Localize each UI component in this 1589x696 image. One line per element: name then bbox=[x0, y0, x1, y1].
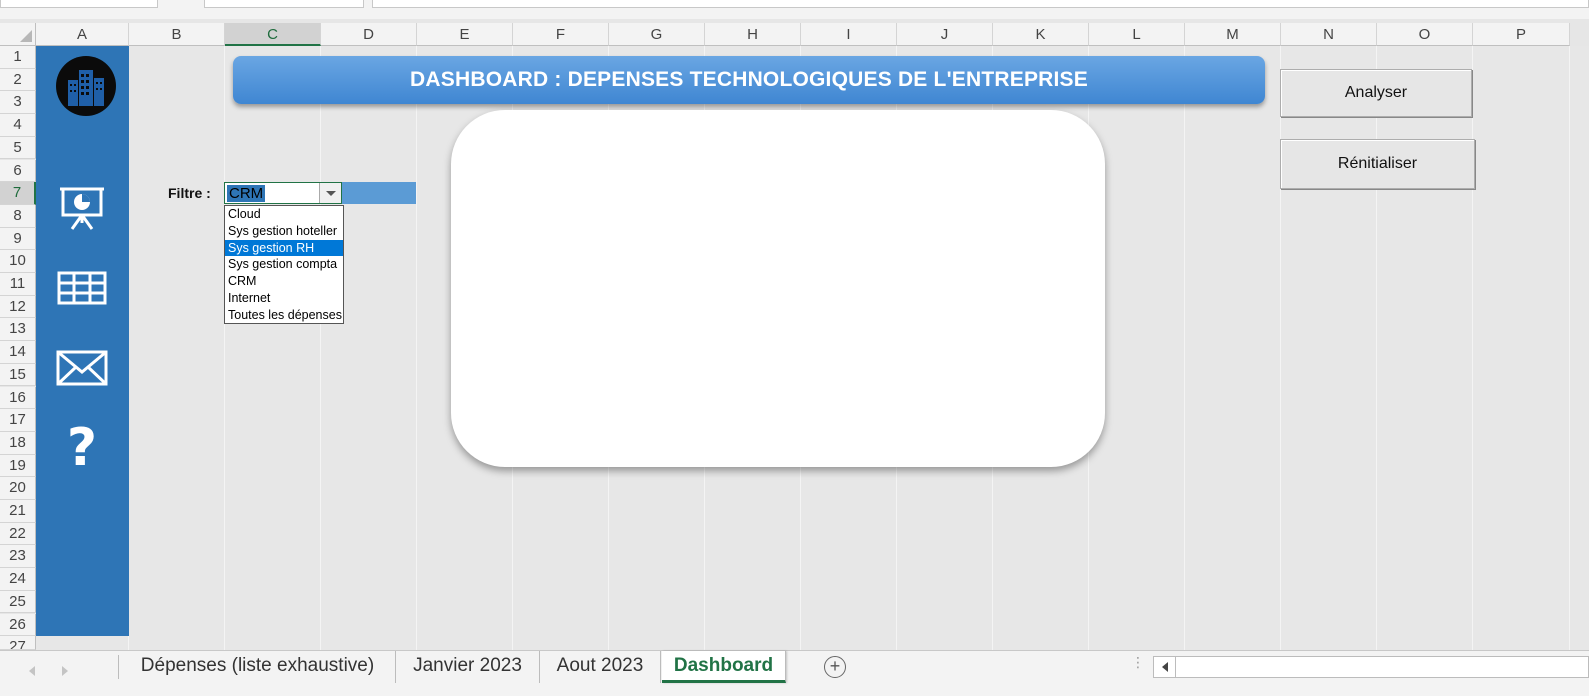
row-header[interactable]: 17 bbox=[0, 409, 36, 432]
row-header[interactable]: 2 bbox=[0, 68, 36, 92]
row-header[interactable]: 10 bbox=[0, 250, 36, 273]
row-header[interactable]: 21 bbox=[0, 500, 36, 523]
row-header[interactable]: 8 bbox=[0, 204, 36, 228]
filter-option[interactable]: Internet bbox=[225, 290, 343, 307]
chevron-down-icon[interactable] bbox=[319, 183, 341, 203]
row-header[interactable]: 22 bbox=[0, 522, 36, 546]
formula-input[interactable] bbox=[372, 0, 1589, 8]
gridline bbox=[320, 46, 321, 650]
row-header[interactable]: 24 bbox=[0, 568, 36, 591]
analyser-button[interactable]: Analyser bbox=[1280, 69, 1472, 117]
column-header[interactable]: M bbox=[1185, 23, 1281, 46]
scroll-left-icon[interactable] bbox=[1154, 657, 1176, 677]
row-header[interactable]: 5 bbox=[0, 136, 36, 160]
filter-option[interactable]: Cloud bbox=[225, 206, 343, 223]
help-icon[interactable]: ? bbox=[56, 422, 108, 474]
filter-combobox[interactable]: CRM bbox=[224, 182, 342, 204]
column-header[interactable]: N bbox=[1281, 23, 1377, 46]
column-header[interactable]: F bbox=[513, 23, 609, 46]
sheet-tab-bar: Dépenses (liste exhaustive) Janvier 2023 A… bbox=[0, 650, 1589, 696]
row-header[interactable]: 4 bbox=[0, 114, 36, 137]
scroll-tabs-left-icon[interactable] bbox=[29, 666, 35, 676]
row-header[interactable]: 15 bbox=[0, 363, 36, 387]
reinitialiser-button[interactable]: Rénitialiser bbox=[1280, 139, 1475, 189]
row-header[interactable]: 1 bbox=[0, 46, 36, 69]
row-header[interactable]: 26 bbox=[0, 613, 36, 637]
tab-divider bbox=[118, 655, 119, 679]
name-box[interactable] bbox=[0, 0, 158, 8]
gridline bbox=[1376, 46, 1377, 650]
chart-card bbox=[451, 110, 1105, 467]
row-header[interactable]: 16 bbox=[0, 386, 36, 410]
formula-bar bbox=[0, 0, 1589, 19]
select-all-corner[interactable] bbox=[0, 23, 36, 46]
envelope-icon[interactable] bbox=[56, 342, 108, 394]
gridline bbox=[1184, 46, 1185, 650]
gridline bbox=[1280, 46, 1281, 650]
sheet-tab[interactable]: Dépenses (liste exhaustive) bbox=[120, 651, 396, 683]
row-header[interactable]: 9 bbox=[0, 227, 36, 251]
row-header[interactable]: 25 bbox=[0, 590, 36, 614]
column-header[interactable]: G bbox=[609, 23, 705, 46]
row-header[interactable]: 19 bbox=[0, 454, 36, 478]
presentation-chart-icon[interactable] bbox=[56, 182, 108, 234]
excel-window: ABCDEFGHIJKLMNOP 1 2 3 4 5 6 7 8 9 10 11 12 13 14 15 16… bbox=[0, 0, 1589, 696]
filter-option[interactable]: Sys gestion compta bbox=[225, 256, 343, 273]
filter-label: Filtre : bbox=[168, 185, 211, 201]
dashboard-title: DASHBOARD : DEPENSES TECHNOLOGIQUES DE L… bbox=[233, 56, 1265, 104]
column-header[interactable]: H bbox=[705, 23, 801, 46]
filter-option[interactable]: Toutes les dépenses bbox=[225, 307, 343, 323]
row-header[interactable]: 3 bbox=[0, 91, 36, 115]
row-header[interactable]: 27 bbox=[0, 636, 36, 650]
sheet-tab[interactable]: Janvier 2023 bbox=[396, 651, 540, 683]
row-header[interactable]: 11 bbox=[0, 273, 36, 296]
row-header[interactable]: 18 bbox=[0, 431, 36, 455]
column-header[interactable]: D bbox=[321, 23, 417, 46]
splitter-grip-icon[interactable]: ⋮ bbox=[1131, 655, 1145, 669]
column-header[interactable]: C bbox=[225, 23, 321, 46]
sheet-tab[interactable]: Aout 2023 bbox=[540, 651, 661, 683]
building-logo-icon bbox=[56, 56, 116, 116]
gridline bbox=[1472, 46, 1473, 650]
column-header[interactable]: L bbox=[1089, 23, 1185, 46]
row-header[interactable]: 7 bbox=[0, 182, 36, 205]
column-header[interactable]: O bbox=[1377, 23, 1473, 46]
column-header[interactable]: I bbox=[801, 23, 897, 46]
add-sheet-icon[interactable]: + bbox=[824, 656, 846, 678]
gridline bbox=[416, 46, 417, 650]
sheet-tab[interactable]: Dashboard bbox=[662, 651, 786, 683]
row-header[interactable]: 13 bbox=[0, 318, 36, 342]
column-header[interactable]: P bbox=[1473, 23, 1570, 46]
filter-dropdown-list: Cloud Sys gestion hoteller Sys gestion RH S… bbox=[224, 205, 344, 324]
horizontal-scrollbar[interactable] bbox=[1153, 656, 1589, 678]
row-header[interactable]: 20 bbox=[0, 477, 36, 500]
scroll-tabs-right-icon[interactable] bbox=[62, 666, 68, 676]
filter-option[interactable]: Sys gestion hoteller bbox=[225, 223, 343, 240]
column-header[interactable]: B bbox=[129, 23, 225, 46]
table-grid-icon[interactable] bbox=[56, 262, 108, 314]
row-header[interactable]: 23 bbox=[0, 545, 36, 569]
filter-value: CRM bbox=[227, 185, 266, 202]
filter-option[interactable]: CRM bbox=[225, 273, 343, 290]
column-header[interactable]: K bbox=[993, 23, 1089, 46]
column-header[interactable]: A bbox=[36, 23, 129, 46]
gridline bbox=[1569, 46, 1570, 650]
column-header[interactable]: E bbox=[417, 23, 513, 46]
column-header[interactable]: J bbox=[897, 23, 993, 46]
row-header[interactable]: 6 bbox=[0, 159, 36, 183]
row-header[interactable]: 14 bbox=[0, 341, 36, 364]
filter-option[interactable]: Sys gestion RH bbox=[225, 239, 343, 257]
gridline bbox=[224, 46, 225, 650]
dashboard-sidebar: ? bbox=[36, 46, 129, 636]
function-box[interactable] bbox=[204, 0, 364, 8]
filter-cell-highlight bbox=[342, 182, 416, 204]
row-header[interactable]: 12 bbox=[0, 295, 36, 319]
